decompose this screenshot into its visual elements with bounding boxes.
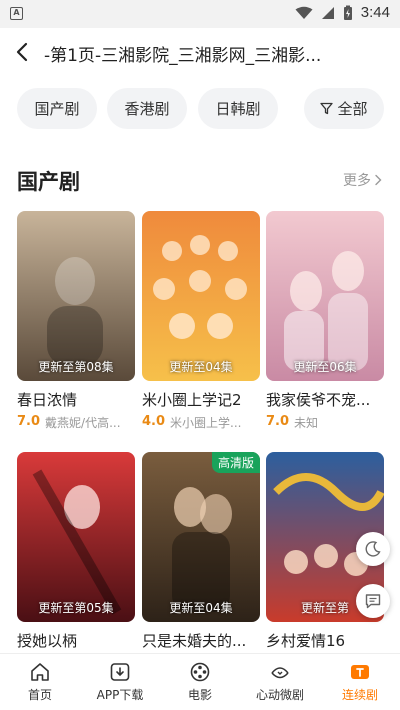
app-download-icon	[110, 663, 130, 681]
nav-label: 首页	[27, 688, 52, 702]
chip-label: 全部	[337, 100, 368, 118]
nav-label: 连续剧	[341, 688, 378, 702]
nav-movies[interactable]: 电影	[160, 654, 240, 710]
poster-art	[142, 211, 260, 381]
tv-icon	[351, 665, 369, 679]
nav-label: 心动微剧	[255, 688, 304, 702]
card-title: 我家侯爷不宠...	[266, 391, 371, 409]
status-icons: 3:44	[295, 4, 390, 21]
drama-card[interactable]: 高清版 更新至04集 只是未婚夫的...	[142, 452, 260, 651]
drama-card[interactable]: 更新至第05集 授她以柄	[17, 452, 135, 651]
film-reel-icon	[190, 662, 210, 682]
chip-mainland[interactable]: 国产剧	[17, 88, 97, 129]
episode-label: 更新至04集	[169, 360, 233, 374]
nav-label: APP下载	[96, 688, 144, 702]
poster-art	[17, 452, 135, 622]
chip-label: 国产剧	[34, 100, 80, 118]
title-bar: -第1页-三湘影院_三湘影网_三湘影...	[0, 28, 400, 76]
nav-micro-drama[interactable]: 心动微剧	[240, 654, 320, 710]
more-label: 更多	[343, 173, 371, 189]
page-title: -第1页-三湘影院_三湘影网_三湘影...	[44, 46, 322, 66]
app-notification-icon: A	[10, 7, 23, 20]
card-meta: 7.0 戴燕妮/代高...	[17, 414, 135, 431]
score: 7.0	[17, 414, 41, 429]
back-button[interactable]	[8, 38, 36, 66]
chip-label: 日韩剧	[215, 100, 261, 118]
dark-mode-button[interactable]	[356, 532, 390, 566]
score: 7.0	[266, 414, 290, 429]
card-title: 授她以柄	[17, 632, 78, 650]
chip-all[interactable]: 全部	[304, 88, 384, 129]
card-title: 乡村爱情16	[266, 632, 346, 650]
card-title: 春日浓情	[17, 391, 78, 409]
poster-image: 更新至04集	[142, 211, 260, 381]
status-bar: A 3:44	[0, 0, 400, 28]
battery-icon	[343, 5, 352, 20]
chip-label: 香港剧	[124, 100, 170, 118]
home-icon	[31, 663, 49, 681]
moon-icon	[365, 541, 381, 557]
cast: 米小圈上学...	[170, 416, 242, 430]
card-meta: 7.0 未知	[266, 414, 384, 431]
card-meta: 4.0 米小圈上学...	[142, 414, 260, 431]
bottom-navigation: 首页 APP下载 电影 心动微剧 连续剧	[0, 653, 400, 710]
heart-drama-icon	[271, 667, 289, 679]
cast: 戴燕妮/代高...	[45, 416, 121, 430]
back-arrow-icon	[16, 42, 28, 62]
drama-card[interactable]: 更新至06集 我家侯爷不宠... 7.0 未知	[266, 211, 384, 431]
poster-image: 高清版 更新至04集	[142, 452, 260, 622]
nav-home[interactable]: 首页	[0, 654, 80, 710]
drama-card[interactable]: 更新至04集 米小圈上学记2 4.0 米小圈上学...	[142, 211, 260, 431]
episode-label: 更新至第08集	[38, 360, 114, 374]
cast: 未知	[294, 416, 319, 430]
episode-label: 更新至06集	[293, 360, 357, 374]
section-title: 国产剧	[17, 170, 80, 194]
episode-label: 更新至04集	[169, 601, 233, 615]
poster-art	[266, 211, 384, 381]
poster-image: 更新至06集	[266, 211, 384, 381]
poster-art	[17, 211, 135, 381]
drama-card[interactable]: 更新至第08集 春日浓情 7.0 戴燕妮/代高...	[17, 211, 135, 431]
wifi-icon	[295, 6, 313, 19]
nav-app-download[interactable]: APP下载	[80, 654, 160, 710]
category-filter-bar: 国产剧 香港剧 日韩剧 全部	[0, 88, 400, 132]
signal-icon	[321, 6, 334, 19]
nav-series[interactable]: 连续剧	[320, 654, 400, 710]
clock: 3:44	[360, 4, 390, 21]
message-icon	[365, 594, 381, 609]
score: 4.0	[142, 414, 166, 429]
episode-label: 更新至第05集	[38, 601, 114, 615]
chip-hongkong[interactable]: 香港剧	[107, 88, 187, 129]
hd-badge: 高清版	[211, 452, 260, 473]
more-link[interactable]: 更多	[343, 170, 382, 190]
poster-image: 更新至第08集	[17, 211, 135, 381]
poster-art	[142, 452, 260, 622]
chevron-right-icon	[375, 174, 382, 186]
nav-label: 电影	[187, 688, 212, 702]
chip-japan-korea[interactable]: 日韩剧	[198, 88, 278, 129]
card-title: 只是未婚夫的...	[142, 632, 247, 650]
poster-image: 更新至第05集	[17, 452, 135, 622]
filter-icon	[320, 102, 334, 115]
card-title: 米小圈上学记2	[142, 391, 242, 409]
feedback-button[interactable]	[356, 584, 390, 618]
section-header: 国产剧 更多	[0, 160, 400, 200]
